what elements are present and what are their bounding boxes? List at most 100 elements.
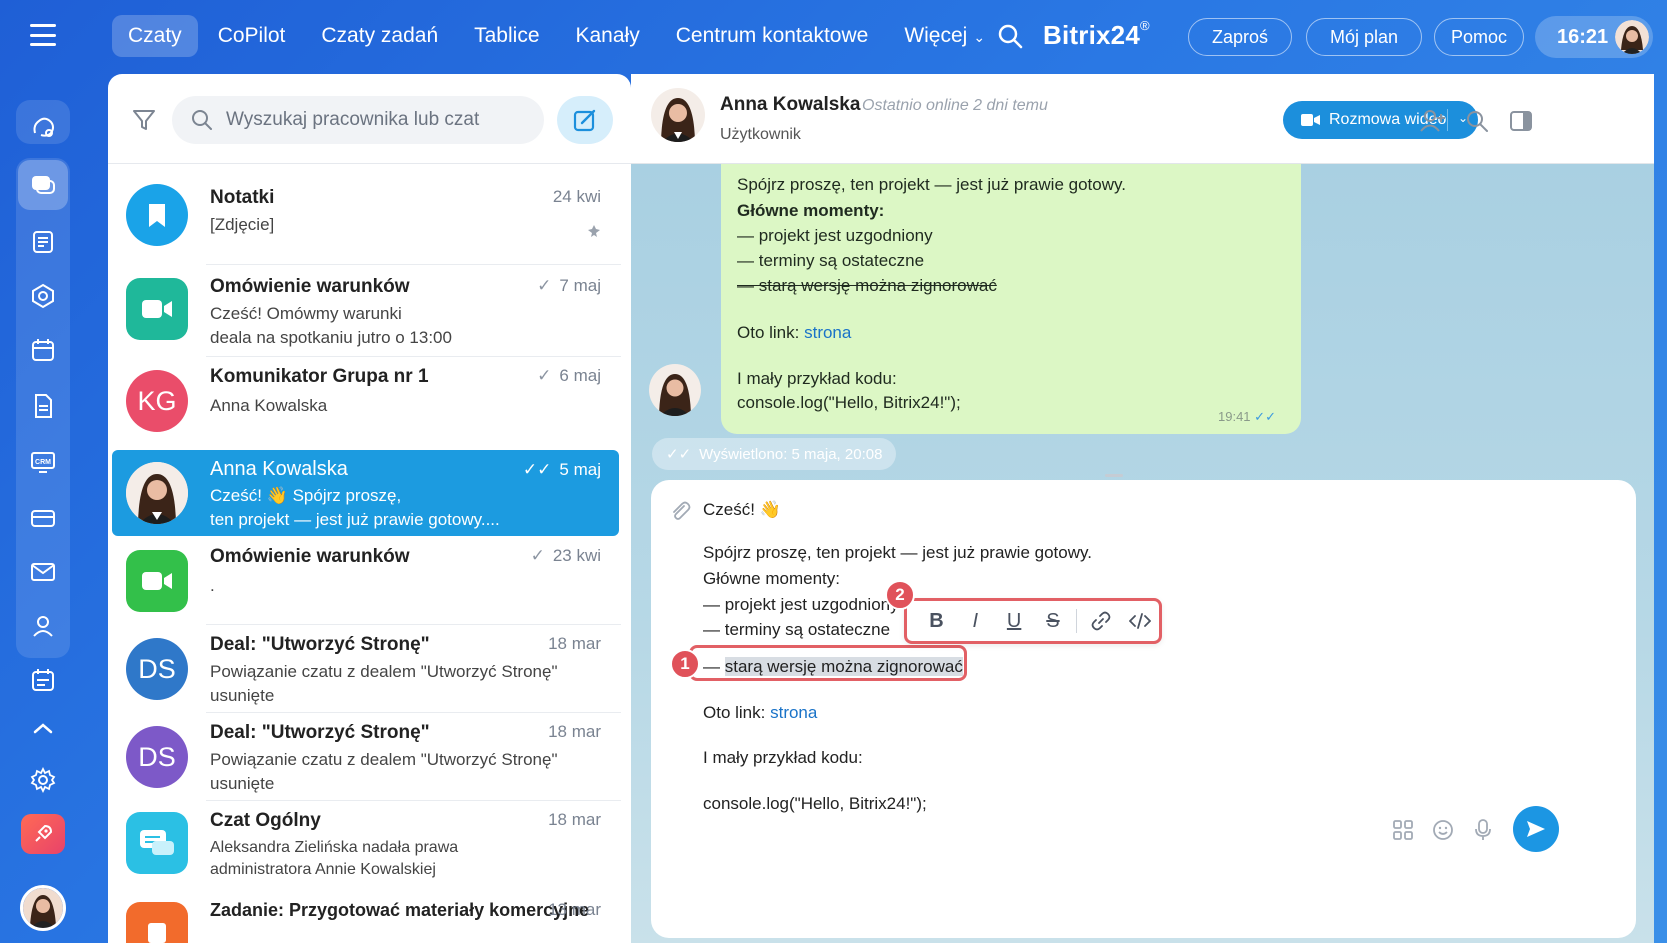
apps-grid-icon[interactable] [1391, 818, 1415, 842]
strikethrough-button[interactable]: S [1034, 603, 1073, 639]
chat-date-text: 23 kwi [552, 546, 601, 565]
sidebar-header [108, 74, 631, 164]
chat-title: Omówienie warunków [210, 546, 410, 567]
tab-contact-center[interactable]: Centrum kontaktowe [660, 15, 885, 57]
calendar-rail-icon[interactable] [27, 334, 59, 366]
search-input[interactable] [226, 109, 526, 131]
brand-name: Bitrix24 [1043, 20, 1140, 50]
editor-line: Oto link: strona [703, 703, 817, 723]
search-icon[interactable] [996, 22, 1024, 50]
video-call-button[interactable]: Rozmowa wideo ⌄ [1283, 101, 1478, 139]
chat-preview-line-1: Cześć! 👋 Spójrz proszę, [210, 486, 402, 505]
sender-avatar[interactable] [649, 364, 701, 416]
message-editor[interactable]: Cześć! 👋 Spójrz proszę, ten projekt — je… [651, 474, 1636, 938]
code-button[interactable] [1120, 603, 1159, 639]
tab-more[interactable]: Więcej ⌄ [888, 15, 1001, 57]
rocket-icon[interactable] [21, 814, 65, 854]
tab-copilot[interactable]: CoPilot [202, 15, 302, 57]
chat-date-text: 7 maj [559, 276, 601, 295]
avatar [126, 902, 188, 943]
divider [1076, 609, 1078, 633]
link-button[interactable] [1081, 603, 1120, 639]
message-code: console.log("Hello, Bitrix24!"); [737, 393, 961, 412]
chat-item-terms-2[interactable]: Omówienie warunków . ✓ 23 kwi [112, 538, 619, 624]
document-rail-icon[interactable] [27, 390, 59, 422]
chat-item-task[interactable]: Zadanie: Przygotować materiały komercyjn… [112, 890, 619, 943]
tab-boards[interactable]: Tablice [458, 15, 555, 57]
collapse-rail-icon[interactable] [27, 712, 59, 744]
chat-header: Anna Kowalska Ostatnio online 2 dni temu… [631, 74, 1654, 164]
chat-item-notes[interactable]: Notatki [Zdjęcie] 24 kwi [112, 166, 619, 262]
mail-rail-icon[interactable] [27, 556, 59, 588]
seen-indicator: ✓✓ Wyświetlono: 5 maja, 20:08 [652, 438, 897, 470]
tab-task-chats[interactable]: Czaty zadań [305, 15, 454, 57]
callout-marker-2: 2 [885, 580, 915, 610]
tab-channels[interactable]: Kanały [560, 15, 656, 57]
user-avatar [1615, 20, 1649, 54]
compose-button[interactable] [557, 96, 613, 144]
users-rail-icon[interactable] [27, 610, 59, 642]
underline-button[interactable]: U [995, 603, 1034, 639]
crm-rail-icon[interactable]: CRM [27, 446, 59, 478]
bold-button[interactable]: B [917, 603, 956, 639]
chat-item-deal-2[interactable]: DS Deal: "Utworzyć Stronę" Powiązanie cz… [112, 714, 619, 800]
chat-item-terms[interactable]: Omówienie warunków Cześć! Omówmy warunki… [112, 266, 619, 354]
editor-link[interactable]: strona [770, 703, 817, 722]
top-bar: Czaty CoPilot Czaty zadań Tablice Kanały… [0, 0, 1667, 72]
menu-icon[interactable] [30, 24, 56, 46]
chat-item-general[interactable]: Czat Ogólny Aleksandra Zielińska nadała … [112, 802, 619, 888]
sidebar-toggle-icon[interactable] [1508, 108, 1534, 134]
profile-avatar[interactable] [20, 885, 66, 931]
chat-title: Czat Ogólny [210, 810, 321, 831]
filter-icon[interactable] [130, 106, 158, 134]
contact-avatar[interactable] [651, 88, 705, 142]
chat-item-deal-1[interactable]: DS Deal: "Utworzyć Stronę" Powiązanie cz… [112, 626, 619, 712]
chat-title: Komunikator Grupa nr 1 [210, 366, 429, 387]
message-link[interactable]: strona [804, 323, 851, 342]
search-bar[interactable] [172, 96, 544, 144]
help-button[interactable]: Pomoc [1434, 18, 1524, 56]
person-photo [651, 88, 705, 142]
svg-text:CRM: CRM [35, 459, 51, 466]
chat-item-group[interactable]: KG Komunikator Grupa nr 1 Anna Kowalska … [112, 358, 619, 444]
editor-line: I mały przykład kodu: [703, 748, 863, 767]
clock-widget[interactable]: 16:21 [1535, 16, 1653, 58]
tab-chats[interactable]: Czaty [112, 15, 198, 57]
contact-name[interactable]: Anna Kowalska [720, 94, 860, 116]
compose-icon [573, 109, 596, 132]
chat-preview-line-2: usunięte [210, 686, 275, 705]
brand-logo: Bitrix24® [1043, 18, 1150, 51]
add-user-icon[interactable] [1420, 108, 1446, 134]
message-line: — terminy są ostateczne [737, 251, 925, 270]
avatar [126, 278, 188, 340]
emoji-icon[interactable] [1431, 818, 1455, 842]
paperclip-icon[interactable] [669, 500, 691, 522]
hexagon-rail-icon[interactable] [27, 280, 59, 312]
card-rail-icon[interactable] [27, 502, 59, 534]
seen-text: Wyświetlono: 5 maja, 20:08 [699, 445, 883, 463]
tab-more-label: Więcej [904, 24, 968, 47]
send-button[interactable] [1513, 806, 1559, 852]
search-icon[interactable] [1464, 108, 1490, 134]
chat-rail-icon[interactable] [27, 169, 59, 201]
chat-bubbles-icon [140, 830, 174, 855]
chat-item-anna-kowalska[interactable]: Anna Kowalska Cześć! 👋 Spójrz proszę, te… [112, 450, 619, 536]
invite-button[interactable]: Zaproś [1188, 18, 1292, 56]
copilot-rail-icon[interactable] [27, 111, 59, 143]
pin-icon [588, 225, 600, 237]
bookmark-icon [149, 204, 165, 227]
planner-rail-icon[interactable] [27, 664, 59, 696]
settings-rail-icon[interactable] [27, 764, 59, 796]
my-plan-button[interactable]: Mój plan [1306, 18, 1422, 56]
feed-rail-icon[interactable] [27, 226, 59, 258]
check-icon: ✓ [537, 276, 552, 295]
italic-button[interactable]: I [956, 603, 995, 639]
avatar-initials: DS [138, 741, 176, 772]
microphone-icon[interactable] [1471, 818, 1495, 842]
message-line: — projekt jest uzgodniony [737, 226, 933, 245]
resize-handle[interactable] [1105, 474, 1123, 477]
double-check-icon: ✓✓ [1254, 409, 1276, 424]
chat-preview-line-2: ten projekt — jest już prawie gotowy.... [210, 510, 500, 529]
editor-line: Główne momenty: [703, 569, 840, 588]
link-icon [1091, 611, 1111, 631]
